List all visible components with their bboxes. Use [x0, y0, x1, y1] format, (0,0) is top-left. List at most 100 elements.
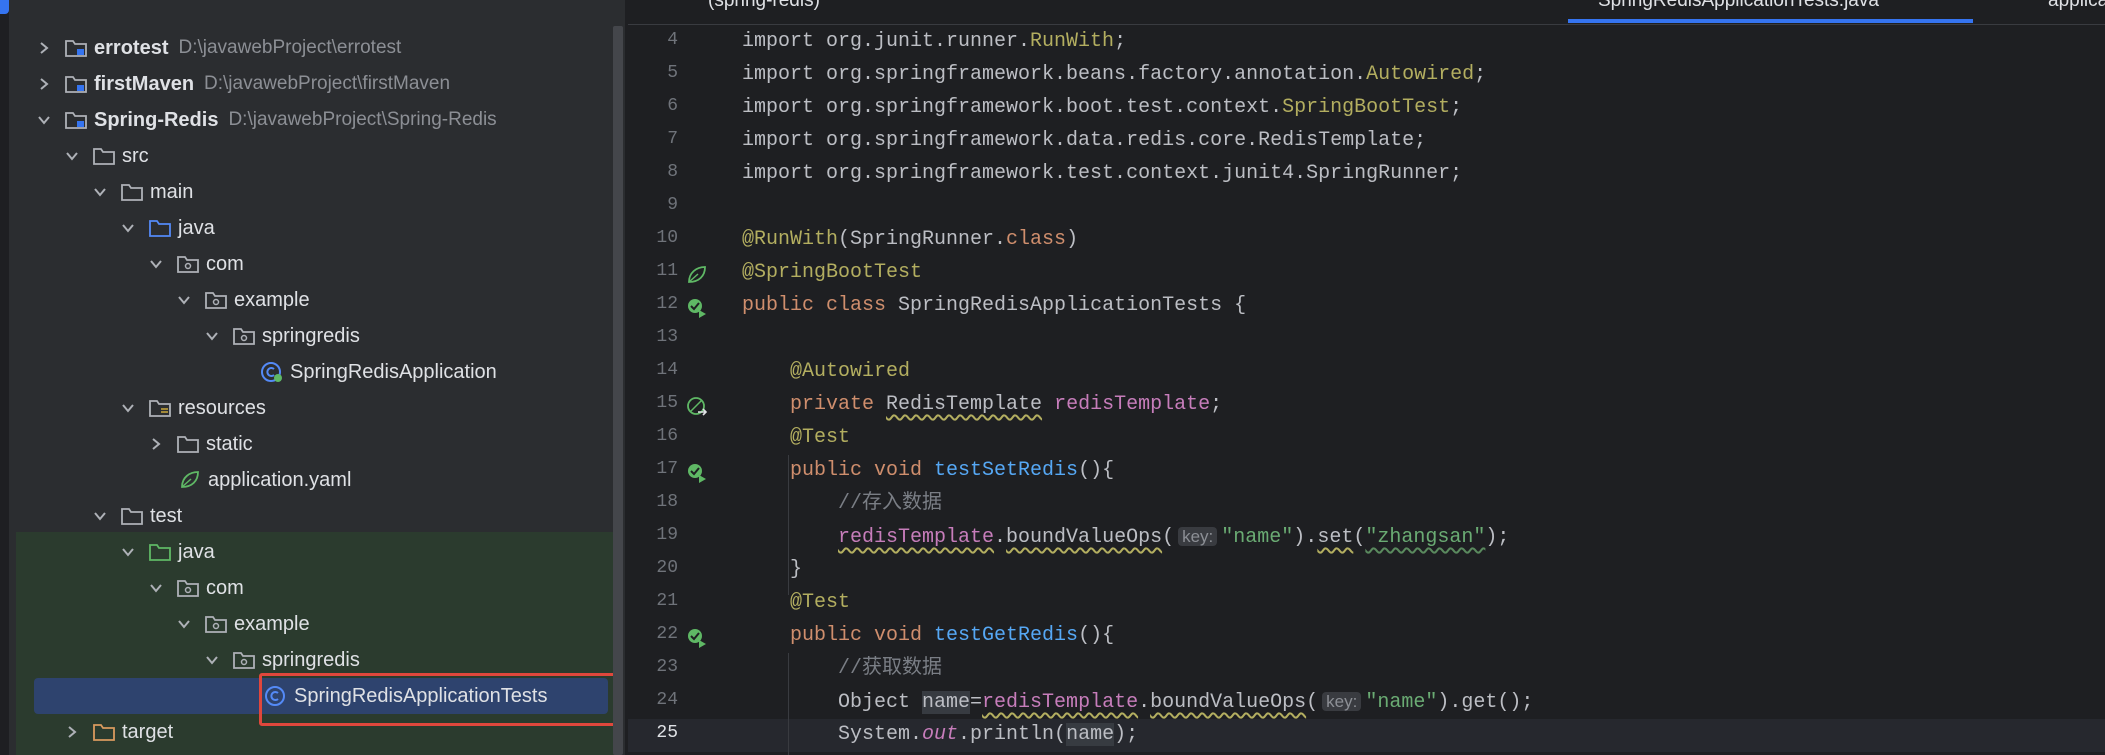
- tree-item-target[interactable]: target: [62, 714, 173, 750]
- tab-springredisapplicationtests[interactable]: SpringRedisApplicationTests.java: [1598, 0, 1879, 12]
- tree-item-application-yaml[interactable]: application.yaml: [178, 462, 351, 498]
- annotation-highlight-box: [259, 673, 617, 726]
- code-line-20[interactable]: }: [790, 553, 802, 586]
- tree-item-com-main[interactable]: com: [146, 246, 244, 282]
- code-line-16[interactable]: @Test: [790, 421, 850, 454]
- code-line-15[interactable]: private RedisTemplate redisTemplate;: [790, 388, 1222, 421]
- chevron-down-icon[interactable]: [146, 582, 166, 594]
- code-token: (: [1162, 526, 1175, 549]
- line-number: 4: [667, 30, 678, 50]
- tree-item-springredisapplication[interactable]: SpringRedisApplication: [260, 354, 497, 390]
- tab-application-yaml[interactable]: application.yaml: [2048, 0, 2105, 12]
- tree-item-name: com: [206, 576, 244, 599]
- tree-item-errotest[interactable]: errotest D:\javawebProject\errotest: [34, 30, 401, 66]
- code-line-11[interactable]: @SpringBootTest: [742, 256, 922, 289]
- chevron-right-icon[interactable]: [34, 41, 54, 55]
- tree-item-src[interactable]: src: [62, 138, 149, 174]
- code-line-6[interactable]: import org.springframework.boot.test.con…: [742, 91, 1462, 124]
- tree-item-main[interactable]: main: [90, 174, 193, 210]
- tree-item-name: SpringRedisApplication: [290, 360, 497, 383]
- code-line-25[interactable]: System.out.println(name);: [838, 718, 1138, 751]
- code-token: set: [1317, 526, 1354, 549]
- chevron-right-icon[interactable]: [34, 77, 54, 91]
- chevron-down-icon[interactable]: [62, 150, 82, 162]
- tree-item-name: test: [150, 504, 183, 527]
- tree-item-example-main[interactable]: example: [174, 282, 310, 318]
- chevron-right-icon[interactable]: [146, 437, 166, 451]
- chevron-right-icon[interactable]: [62, 725, 82, 739]
- code-line-12[interactable]: public class SpringRedisApplicationTests…: [742, 289, 1246, 322]
- chevron-down-icon[interactable]: [146, 258, 166, 270]
- line-number: 9: [667, 195, 678, 215]
- tree-item-name: java: [178, 540, 215, 563]
- code-token: redisTemplate: [1054, 393, 1211, 416]
- tree-item-test[interactable]: test: [90, 498, 182, 534]
- tree-item-springredis-main[interactable]: springredis: [202, 318, 360, 354]
- code-line-7[interactable]: import org.springframework.data.redis.co…: [742, 124, 1426, 157]
- tree-item-resources[interactable]: resources: [118, 390, 266, 426]
- tree-item-example-test[interactable]: example: [174, 606, 310, 642]
- tree-item-name: errotest: [94, 36, 169, 59]
- code-line-4[interactable]: import org.junit.runner.RunWith;: [742, 25, 1126, 58]
- autowired-navigate-icon[interactable]: [686, 396, 708, 418]
- spring-bean-gutter-icon[interactable]: [686, 264, 708, 286]
- chevron-down-icon[interactable]: [118, 222, 138, 234]
- chevron-down-icon[interactable]: [118, 402, 138, 414]
- line-number: 15: [656, 393, 678, 413]
- tree-item-java-main[interactable]: java: [118, 210, 215, 246]
- tree-item-name: java: [178, 216, 215, 239]
- code-line-18[interactable]: //存入数据: [838, 487, 942, 520]
- project-panel-scrollbar[interactable]: [613, 26, 623, 755]
- code-line-14[interactable]: @Autowired: [790, 355, 910, 388]
- code-token: private: [790, 393, 887, 416]
- tab-fragment[interactable]: (spring-redis): [708, 0, 820, 12]
- line-number: 24: [656, 690, 678, 710]
- chevron-down-icon[interactable]: [118, 546, 138, 558]
- code-comment: //获取数据: [838, 657, 943, 680]
- code-line-24[interactable]: Object name=redisTemplate.boundValueOps(…: [838, 685, 1533, 718]
- code-line-17[interactable]: public void testSetRedis(){: [790, 454, 1114, 487]
- spring-yaml-icon: [178, 469, 202, 491]
- code-line-10[interactable]: @RunWith(SpringRunner.class): [742, 223, 1078, 256]
- code-editor[interactable]: 4 5 6 7 8 9 10 11 12 13 14 15 16 17 18 1…: [628, 25, 2105, 755]
- code-line-23[interactable]: //获取数据: [838, 652, 942, 685]
- code-token: @SpringBootTest: [742, 261, 923, 284]
- code-line-21[interactable]: @Test: [790, 586, 850, 619]
- code-token: RunWith: [1030, 30, 1115, 53]
- tree-item-static[interactable]: static: [146, 426, 253, 462]
- code-token: import org.junit.runner.: [742, 30, 1031, 53]
- code-line-22[interactable]: public void testGetRedis(){: [790, 619, 1114, 652]
- tree-item-firstmaven[interactable]: firstMaven D:\javawebProject\firstMaven: [34, 66, 450, 102]
- code-line-19[interactable]: redisTemplate.boundValueOps(key: "name").…: [838, 520, 1509, 553]
- line-number: 8: [667, 162, 678, 182]
- chevron-down-icon[interactable]: [90, 186, 110, 198]
- code-token: boundValueOps: [1006, 526, 1163, 549]
- chevron-down-icon[interactable]: [34, 114, 54, 126]
- code-token: out: [922, 723, 959, 746]
- chevron-down-icon[interactable]: [90, 510, 110, 522]
- tree-item-java-test[interactable]: java: [118, 534, 215, 570]
- run-test-icon[interactable]: [686, 297, 708, 319]
- tree-item-spring-redis[interactable]: Spring-Redis D:\javawebProject\Spring-Re…: [34, 102, 497, 138]
- run-test-icon[interactable]: [686, 462, 708, 484]
- code-token: Autowired: [1366, 63, 1475, 86]
- chevron-down-icon[interactable]: [174, 294, 194, 306]
- tree-item-name: src: [122, 144, 149, 167]
- code-token: RedisTemplate: [886, 393, 1043, 416]
- chevron-down-icon[interactable]: [202, 654, 222, 666]
- tree-item-com-test[interactable]: com: [146, 570, 244, 606]
- line-number: 22: [656, 624, 678, 644]
- tool-window-stripe: [0, 0, 9, 755]
- code-token: (SpringRunner.: [838, 228, 1007, 251]
- code-token: import org.springframework.test.context.…: [742, 162, 1463, 185]
- line-number: 6: [667, 96, 678, 116]
- module-folder-icon: [64, 73, 88, 95]
- tree-item-name: com: [206, 252, 244, 275]
- code-line-8[interactable]: import org.springframework.test.context.…: [742, 157, 1462, 190]
- chevron-down-icon[interactable]: [202, 330, 222, 342]
- run-test-icon[interactable]: [686, 627, 708, 649]
- code-line-5[interactable]: import org.springframework.beans.factory…: [742, 58, 1486, 91]
- tree-item-name: target: [122, 720, 174, 743]
- chevron-down-icon[interactable]: [174, 618, 194, 630]
- code-token: ).get();: [1437, 691, 1534, 714]
